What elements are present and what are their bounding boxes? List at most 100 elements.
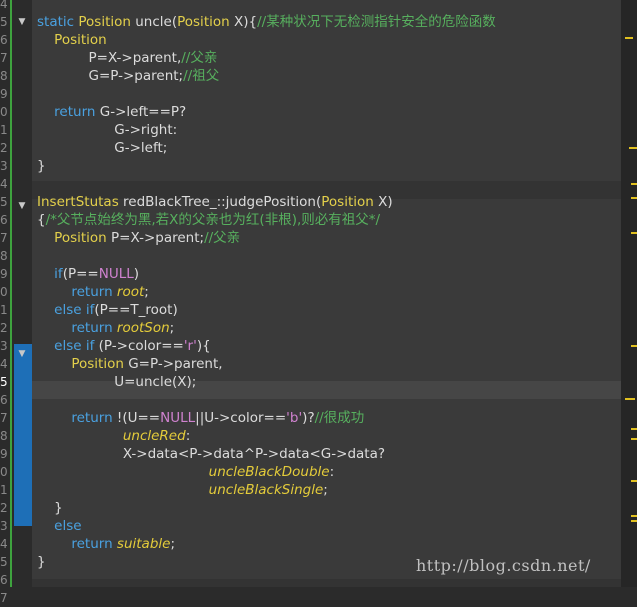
scrollbar-marker — [631, 438, 637, 440]
code-token: P=X->parent, — [37, 50, 182, 66]
code-token: P=X->parent; — [106, 230, 205, 246]
code-line[interactable]: if(P==NULL) — [37, 265, 139, 283]
code-line[interactable]: Position — [37, 31, 107, 49]
code-token: uncleRed — [122, 428, 186, 444]
code-token: /*父节点始终为黑,若X的父亲也为红(非根),则必有祖父*/ — [45, 212, 381, 228]
code-line[interactable]: return root; — [37, 283, 149, 301]
code-token: Position — [177, 14, 230, 30]
code-line[interactable]: Position G=P->parent, — [37, 355, 223, 373]
code-line[interactable]: else — [37, 517, 82, 535]
code-token: NULL — [160, 410, 196, 426]
code-token: } — [37, 158, 46, 174]
scrollbar-marker — [625, 37, 633, 39]
code-line[interactable]: static Position uncle(Position X){//某种状况… — [37, 13, 496, 31]
scrollbar-marker — [631, 515, 637, 517]
code-token: ; — [323, 482, 328, 498]
code-token: ){ — [196, 338, 211, 354]
code-token: !(U== — [112, 410, 161, 426]
code-token: rootSon — [116, 320, 170, 336]
code-line[interactable]: G=P->parent;//祖父 — [37, 67, 219, 85]
code-token: return — [71, 536, 113, 552]
code-token: 'r' — [183, 338, 197, 354]
code-line[interactable]: uncleBlackSingle; — [37, 481, 328, 499]
code-line[interactable]: {/*父节点始终为黑,若X的父亲也为红(非根),则必有祖父*/ — [37, 211, 380, 229]
code-token: uncleBlackDouble — [208, 464, 330, 480]
fold-toggle-uncle-icon[interactable]: ▼ — [17, 17, 27, 27]
code-line[interactable]: G->left; — [37, 139, 167, 157]
scrollbar-marker — [631, 428, 637, 430]
code-token: X) — [373, 194, 393, 210]
code-token: if — [54, 266, 63, 282]
code-token: InsertStutas — [37, 194, 119, 210]
code-token: else if — [54, 338, 95, 354]
code-token: ||U->color== — [195, 410, 287, 426]
code-token: Position — [54, 230, 107, 246]
scope-highlight-bar — [14, 344, 32, 526]
code-token: return — [71, 320, 113, 336]
vertical-scrollbar[interactable] — [621, 0, 637, 587]
code-line[interactable]: else if (P->color=='r'){ — [37, 337, 211, 355]
fold-toggle-else-if-icon[interactable]: ▼ — [17, 349, 27, 359]
code-line[interactable]: InsertStutas redBlackTree_::judgePositio… — [37, 193, 393, 211]
code-line[interactable]: G->right: — [37, 121, 177, 139]
code-line[interactable]: uncleBlackDouble: — [37, 463, 335, 481]
code-token: G=P->parent, — [123, 356, 223, 372]
code-token: else — [54, 518, 82, 534]
code-token: (P== — [62, 266, 99, 282]
scrollbar-marker — [631, 232, 637, 234]
code-token: else if — [54, 302, 95, 318]
code-line[interactable]: return !(U==NULL||U->color=='b')?//很成功 — [37, 409, 364, 427]
code-token: suitable — [116, 536, 171, 552]
watermark: http://blog.csdn.net/ — [416, 556, 591, 575]
code-token: U=uncle(X); — [37, 374, 197, 390]
code-line[interactable]: U=uncle(X); — [37, 373, 196, 391]
code-token: return — [71, 410, 113, 426]
changed-lines-marker — [10, 0, 12, 587]
scrollbar-marker — [631, 197, 637, 199]
code-token: uncleBlackSingle — [208, 482, 324, 498]
code-line[interactable]: return suitable; — [37, 535, 175, 553]
code-token: : — [329, 464, 335, 480]
code-line[interactable]: else if(P==T_root) — [37, 301, 178, 319]
scrollbar-marker — [631, 345, 637, 347]
code-token: : — [185, 428, 191, 444]
code-token: //父亲 — [181, 50, 218, 66]
code-line[interactable]: return rootSon; — [37, 319, 174, 337]
code-token: //父亲 — [204, 230, 241, 246]
code-token: return — [71, 284, 113, 300]
fold-toggle-judgeposition-icon[interactable]: ▼ — [17, 201, 27, 211]
code-token: (P==T_root) — [94, 302, 178, 318]
code-token: ) — [133, 266, 140, 282]
code-token: G->right: — [37, 122, 178, 138]
code-line[interactable]: } — [37, 499, 63, 517]
code-token: //很成功 — [314, 410, 365, 426]
code-line[interactable]: X->data<P->data^P->data<G->data? — [37, 445, 385, 463]
code-line[interactable]: } — [37, 157, 46, 175]
code-token: 'b' — [286, 410, 303, 426]
code-line[interactable]: Position P=X->parent;//父亲 — [37, 229, 240, 247]
code-line[interactable]: return G->left==P? — [37, 103, 186, 121]
code-line[interactable]: uncleRed: — [37, 427, 190, 445]
code-token: return — [54, 104, 96, 120]
code-token: } — [37, 500, 63, 516]
code-token: //祖父 — [183, 68, 220, 84]
code-line[interactable]: P=X->parent,//父亲 — [37, 49, 217, 67]
code-token: Position — [71, 356, 124, 372]
code-token: ; — [144, 284, 149, 300]
scrollbar-marker — [625, 398, 635, 400]
code-token: static — [37, 14, 75, 30]
code-line[interactable]: } — [37, 553, 46, 571]
code-token: } — [37, 554, 46, 570]
